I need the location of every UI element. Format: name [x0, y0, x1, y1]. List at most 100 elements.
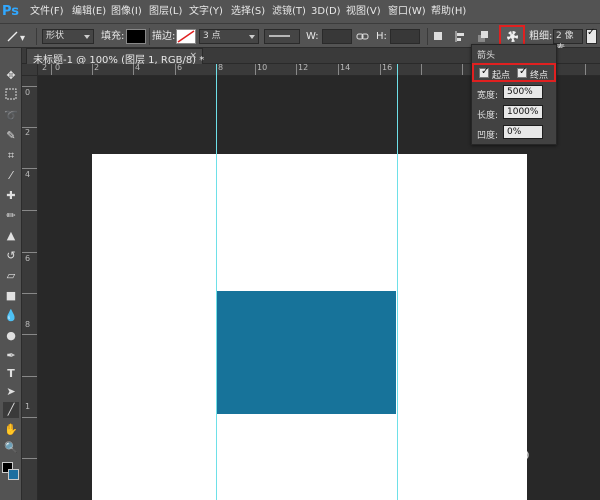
menu-file[interactable]: 文件(F)	[30, 5, 64, 18]
arrow-start-end-group: ✓ 起点 ✓ 终点	[472, 63, 556, 82]
menu-3d[interactable]: 3D(D)	[311, 5, 341, 18]
tool-preset-caret-icon[interactable]: ▾	[20, 33, 25, 44]
background-color-swatch[interactable]	[8, 469, 19, 480]
arrowheads-title: 箭头	[477, 51, 496, 61]
ruler-tick	[255, 64, 256, 75]
hand-tool-icon[interactable]: ✋	[3, 422, 19, 438]
quick-selection-tool-icon[interactable]: ✎	[3, 128, 19, 144]
separator	[149, 28, 150, 45]
start-label: 起点	[492, 71, 511, 81]
menu-help[interactable]: 帮助(H)	[431, 5, 466, 18]
height-input[interactable]	[390, 29, 420, 44]
stroke-width-dropdown[interactable]: 3 点	[199, 29, 259, 44]
ruler-tick	[22, 376, 37, 377]
ruler-origin[interactable]	[22, 64, 38, 76]
tools-panel: ✥ ➰ ✎ ⌗ ⁄ ✚ ✏ ▲ ↺ ▱ ■ 💧 ● ✒ T ➤ ╱ ✋ 🔍	[0, 48, 22, 500]
menu-edit[interactable]: 编辑(E)	[72, 5, 106, 18]
marquee-tool-icon[interactable]	[3, 88, 19, 104]
separator	[427, 28, 428, 45]
dodge-tool-icon[interactable]: ●	[3, 328, 19, 344]
ruler-tick	[133, 64, 134, 75]
end-label: 终点	[530, 71, 549, 81]
ruler-number: 0	[25, 88, 31, 97]
crop-tool-icon[interactable]: ⌗	[3, 148, 19, 164]
chevron-down-icon	[84, 35, 90, 39]
ruler-number: 0	[55, 64, 61, 72]
menu-select[interactable]: 选择(S)	[231, 5, 265, 18]
path-arrangement-icon[interactable]	[477, 30, 490, 43]
ruler-tick	[92, 64, 93, 75]
ruler-tick	[22, 458, 37, 459]
close-icon[interactable]: ×	[189, 51, 197, 61]
gear-center	[510, 34, 515, 39]
healing-brush-tool-icon[interactable]: ✚	[3, 188, 19, 204]
menu-view[interactable]: 视图(V)	[346, 5, 381, 18]
weight-input[interactable]: 2 像素	[553, 29, 583, 54]
ruler-tick	[421, 64, 422, 75]
zoom-tool-icon[interactable]: 🔍	[3, 440, 19, 456]
lasso-tool-icon[interactable]: ➰	[3, 108, 19, 124]
ruler-tick	[175, 64, 176, 75]
path-selection-tool-icon[interactable]: ➤	[3, 384, 19, 400]
ruler-number: 6	[177, 64, 183, 72]
fill-swatch[interactable]	[126, 29, 146, 44]
chevron-down-icon	[249, 35, 255, 39]
ruler-number: 8	[218, 64, 224, 72]
no-stroke-icon	[177, 30, 195, 43]
photoshop-logo: Ps	[2, 4, 20, 19]
ruler-tick	[51, 64, 52, 75]
vertical-ruler[interactable]: 0 2 4 6 8 1	[22, 64, 38, 500]
ruler-tick	[585, 64, 586, 75]
stroke-type-dropdown[interactable]	[264, 29, 300, 44]
start-checkbox[interactable]: ✓	[479, 66, 490, 78]
brush-tool-icon[interactable]: ✏	[3, 208, 19, 224]
mode-value: 形状	[46, 31, 65, 41]
eraser-tool-icon[interactable]: ▱	[3, 268, 19, 284]
auto-add-delete-checkbox[interactable]: ✓	[586, 27, 597, 44]
checkmark-icon: ✓	[587, 27, 596, 38]
document-tab[interactable]: 未标题-1 @ 100% (图层 1, RGB/8) * ×	[26, 48, 204, 66]
move-tool-icon[interactable]: ✥	[3, 68, 19, 84]
link-icon[interactable]	[356, 30, 369, 43]
ruler-number: 16	[382, 64, 393, 72]
ruler-tick	[22, 252, 37, 253]
ruler-number: 10	[257, 64, 268, 72]
menu-layer[interactable]: 图层(L)	[149, 5, 182, 18]
stroke-swatch[interactable]	[176, 29, 196, 44]
path-alignment-icon[interactable]	[454, 30, 467, 43]
baidu-jingyan-watermark: Bai 经验	[454, 444, 594, 484]
type-tool-icon[interactable]: T	[3, 366, 19, 382]
ruler-tick	[22, 293, 37, 294]
eyedropper-tool-icon[interactable]: ⁄	[3, 168, 19, 184]
h-label: H:	[376, 31, 387, 42]
stroke-width-value: 3 点	[203, 31, 221, 41]
clone-stamp-tool-icon[interactable]: ▲	[3, 228, 19, 244]
blur-tool-icon[interactable]: 💧	[3, 308, 19, 324]
vertical-guide[interactable]	[397, 64, 398, 500]
mode-dropdown[interactable]: 形状	[42, 29, 94, 44]
menu-image[interactable]: 图像(I)	[111, 5, 142, 18]
line-tool-icon[interactable]: ╱	[3, 402, 19, 418]
ruler-tick	[22, 86, 37, 87]
ruler-number: 4	[135, 64, 141, 72]
ruler-tick	[22, 210, 37, 211]
gradient-tool-icon[interactable]: ■	[3, 288, 19, 304]
history-brush-tool-icon[interactable]: ↺	[3, 248, 19, 264]
end-checkbox[interactable]: ✓	[517, 66, 527, 78]
path-operations-icon[interactable]	[432, 30, 445, 43]
ruler-number: 12	[298, 64, 309, 72]
width-input[interactable]	[322, 29, 352, 44]
width-label: 宽度:	[477, 91, 499, 101]
arrow-width-field[interactable]: 500%	[503, 85, 543, 99]
checkmark-icon: ✓	[481, 66, 490, 77]
menu-filter[interactable]: 滤镜(T)	[272, 5, 306, 18]
arrow-length-field[interactable]: 1000%	[503, 105, 543, 119]
shape-layer-rectangle[interactable]	[217, 291, 396, 414]
menu-window[interactable]: 窗口(W)	[388, 5, 426, 18]
vertical-guide[interactable]	[216, 64, 217, 500]
line-tool-icon[interactable]	[6, 30, 19, 43]
arrow-concavity-field[interactable]: 0%	[503, 125, 543, 139]
pen-tool-icon[interactable]: ✒	[3, 348, 19, 364]
fill-label: 填充:	[101, 31, 125, 42]
menu-type[interactable]: 文字(Y)	[189, 5, 223, 18]
